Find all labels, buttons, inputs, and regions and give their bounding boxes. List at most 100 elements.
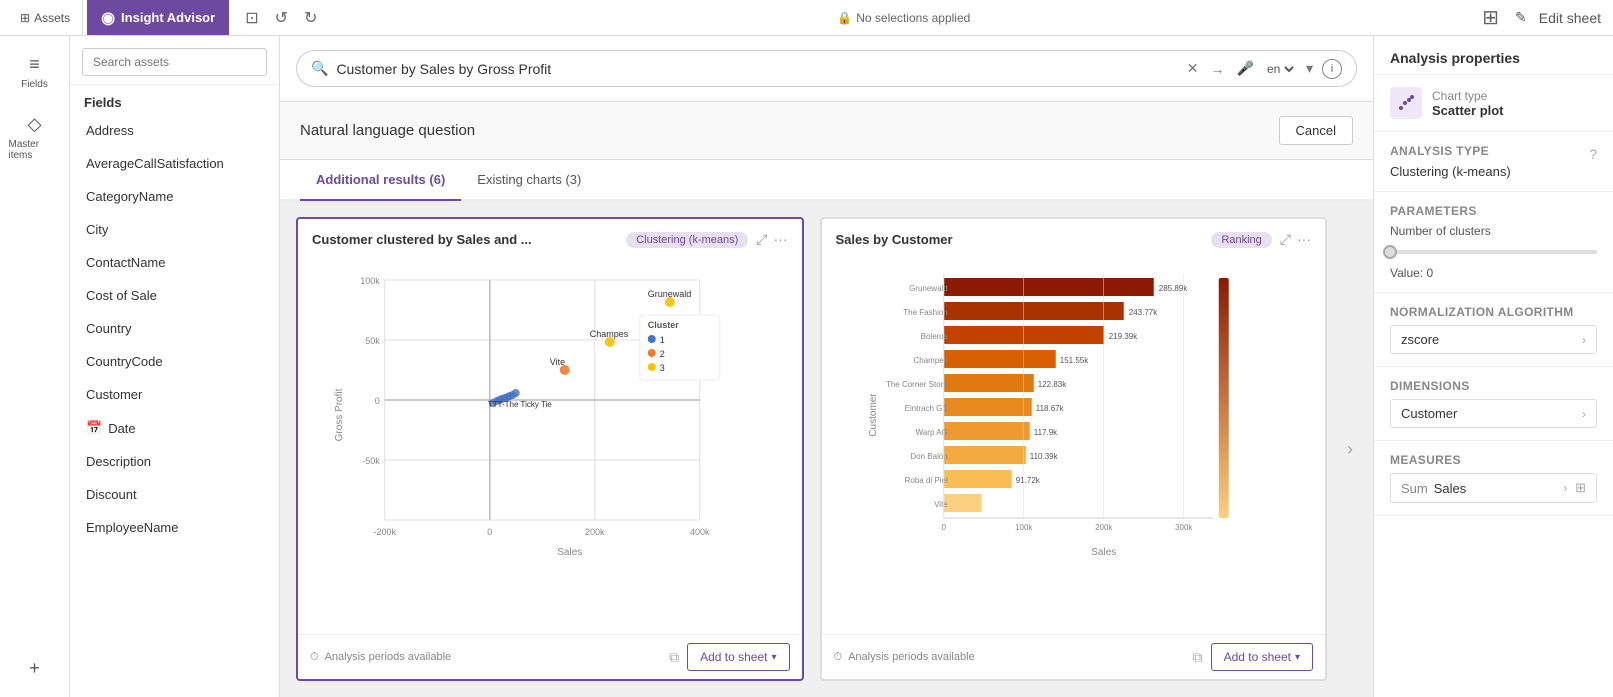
right-panel-title: Analysis properties <box>1374 36 1613 75</box>
expand-icon-2[interactable]: ⤢ <box>1280 231 1291 248</box>
field-label-category: CategoryName <box>86 189 173 204</box>
fields-header: Fields <box>70 85 279 114</box>
field-item-avg-call[interactable]: AverageCallSatisfaction <box>78 147 271 180</box>
cancel-button[interactable]: Cancel <box>1279 116 1353 145</box>
forward-icon[interactable]: ↻ <box>300 4 321 32</box>
field-item-contact[interactable]: ContactName <box>78 246 271 279</box>
measures-chevron-icon: › <box>1563 481 1567 495</box>
nlq-bar: Natural language question Cancel <box>280 102 1373 160</box>
expand-icon[interactable]: ⤢ <box>756 231 767 248</box>
chart-scatter-icons: ⤢ ··· <box>756 231 787 248</box>
field-item-cost-of-sale[interactable]: Cost of Sale <box>78 279 271 312</box>
fields-search <box>70 36 279 85</box>
back-icon[interactable]: ↺ <box>271 4 292 32</box>
slider-thumb[interactable] <box>1383 245 1397 259</box>
search-input[interactable] <box>336 61 1175 77</box>
chart-card-bar-header: Sales by Customer Ranking ⤢ ··· <box>822 219 1326 260</box>
svg-text:Cluster: Cluster <box>648 320 680 330</box>
pencil-icon: ✎ <box>1511 5 1531 30</box>
field-item-description[interactable]: Description <box>78 445 271 478</box>
tab-existing-charts[interactable]: Existing charts (3) <box>461 160 597 201</box>
field-item-category[interactable]: CategoryName <box>78 180 271 213</box>
svg-text:400k: 400k <box>690 527 710 537</box>
sidebar-item-fields[interactable]: ≡ Fields <box>3 44 67 100</box>
svg-text:100k: 100k <box>360 276 380 286</box>
svg-text:1: 1 <box>660 335 665 345</box>
svg-text:Champes: Champes <box>590 329 629 339</box>
field-label-country-code: CountryCode <box>86 354 163 369</box>
add-to-sheet-button-2[interactable]: Add to sheet ▾ <box>1211 643 1313 671</box>
field-label-employee: EmployeeName <box>86 520 179 535</box>
norm-algo-section: Normalization algorithm zscore › <box>1374 293 1613 367</box>
cluster-slider[interactable] <box>1390 242 1597 262</box>
field-label-address: Address <box>86 123 134 138</box>
svg-text:-50k: -50k <box>362 456 380 466</box>
fields-panel: Fields Address AverageCallSatisfaction C… <box>70 36 280 697</box>
sidebar-item-add[interactable]: + <box>3 648 67 689</box>
share-icon-2[interactable]: ⧉ <box>1193 649 1203 666</box>
charts-scroll-right[interactable]: › <box>1343 217 1357 681</box>
clear-icon[interactable]: ✕ <box>1184 57 1202 80</box>
analysis-type-label: Analysis type <box>1390 144 1489 158</box>
dropdown-arrow-icon-2: ▾ <box>1295 652 1300 663</box>
search-icon: 🔍 <box>311 60 328 77</box>
insight-advisor-tab[interactable]: ◉ Insight Advisor <box>87 0 229 35</box>
assets-label: Assets <box>34 11 70 25</box>
sidebar-item-master-label: Master items <box>9 139 61 161</box>
field-item-discount[interactable]: Discount <box>78 478 271 511</box>
language-selector[interactable]: en <box>1263 61 1297 77</box>
field-item-address[interactable]: Address <box>78 114 271 147</box>
edit-sheet-button[interactable]: ✎ Edit sheet <box>1511 5 1605 30</box>
svg-text:151.55k: 151.55k <box>1059 356 1088 365</box>
chart-type-row: Chart type Scatter plot <box>1390 87 1597 119</box>
dimensions-selector[interactable]: Customer › <box>1390 399 1597 428</box>
field-item-date[interactable]: 📅 Date <box>78 411 271 445</box>
search-input-wrap: 🔍 ✕ → 🎤 en ▾ i <box>296 50 1357 87</box>
arrow-icon[interactable]: → <box>1208 58 1228 80</box>
scatter-type-icon <box>1390 87 1422 119</box>
svg-text:TTT-The Ticky Tie: TTT-The Ticky Tie <box>488 400 553 409</box>
add-to-sheet-button-1[interactable]: Add to sheet ▾ <box>687 643 789 671</box>
sidebar-item-fields-label: Fields <box>21 79 48 90</box>
chart-type-label: Chart type <box>1432 89 1504 103</box>
field-item-employee[interactable]: EmployeeName <box>78 511 271 544</box>
camera-icon[interactable]: ⊡ <box>241 4 262 32</box>
nlq-title: Natural language question <box>300 122 475 139</box>
field-item-city[interactable]: City <box>78 213 271 246</box>
assets-tab[interactable]: ⊞ Assets <box>8 0 83 35</box>
apps-icon[interactable]: ⊞ <box>1478 1 1503 34</box>
svg-text:50k: 50k <box>365 336 380 346</box>
info-icon[interactable]: i <box>1322 59 1342 79</box>
field-item-country[interactable]: Country <box>78 312 271 345</box>
more-options-icon[interactable]: ··· <box>774 231 788 248</box>
topbar-right: ⊞ ✎ Edit sheet <box>1478 1 1605 34</box>
norm-algo-selector[interactable]: zscore › <box>1390 325 1597 354</box>
sidebar-item-master-items[interactable]: ◇ Master items <box>3 104 67 171</box>
bar-chart-svg: Customer Sales Grunewald 285.89k The Fas… <box>832 260 1316 560</box>
measures-sales-value: Sales <box>1434 481 1467 496</box>
dropdown-arrow-icon-1: ▾ <box>771 652 776 663</box>
right-panel: Analysis properties Chart type Scatter p… <box>1373 36 1613 697</box>
parameters-label: Parameters <box>1390 204 1597 218</box>
search-assets-input[interactable] <box>82 48 267 76</box>
topbar: ⊞ Assets ◉ Insight Advisor ⊡ ↺ ↻ 🔒 No se… <box>0 0 1613 36</box>
tab-additional-results[interactable]: Additional results (6) <box>300 160 461 201</box>
chevron-right-icon[interactable]: › <box>1347 439 1353 460</box>
share-icon-1[interactable]: ⧉ <box>669 649 679 666</box>
analysis-type-help-icon[interactable]: ? <box>1589 146 1597 162</box>
field-item-country-code[interactable]: CountryCode <box>78 345 271 378</box>
scatter-plot-svg: Gross Profit Sales 1 <box>308 260 792 560</box>
measures-selector[interactable]: Sum Sales › ⊞ <box>1390 473 1597 503</box>
more-options-icon-2[interactable]: ··· <box>1297 231 1311 248</box>
field-item-customer[interactable]: Customer <box>78 378 271 411</box>
chart-scatter-footer: ⏱ Analysis periods available ⧉ Add to sh… <box>298 634 802 679</box>
chart-scatter-title: Customer clustered by Sales and ... <box>312 232 618 247</box>
svg-text:-200k: -200k <box>373 527 396 537</box>
field-label-customer: Customer <box>86 387 142 402</box>
chart-bar-icons: ⤢ ··· <box>1280 231 1311 248</box>
mic-icon[interactable]: 🎤 <box>1234 57 1257 80</box>
fields-icon: ≡ <box>29 54 40 75</box>
norm-algo-value: zscore <box>1401 332 1439 347</box>
svg-text:219.39k: 219.39k <box>1108 332 1137 341</box>
svg-text:Roba di Piel: Roba di Piel <box>904 476 947 485</box>
